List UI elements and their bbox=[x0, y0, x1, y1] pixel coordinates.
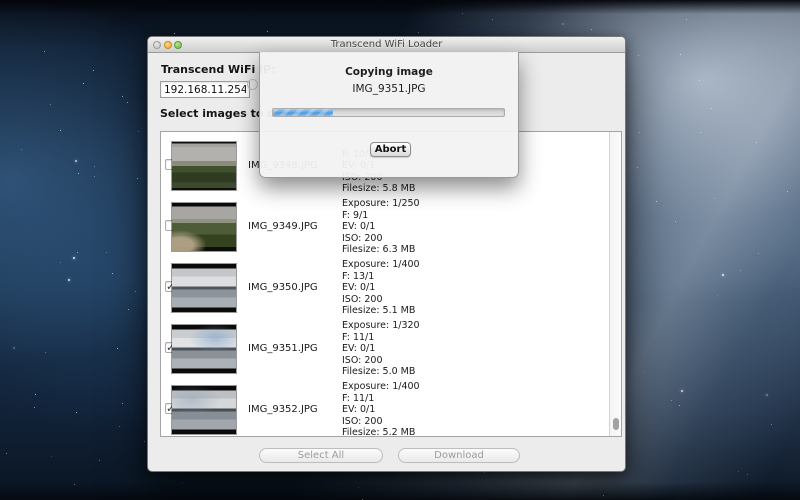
abort-button[interactable]: Abort bbox=[370, 142, 411, 157]
image-exif: Exposure: 1/250F: 9/1EV: 0/1ISO: 200File… bbox=[342, 198, 420, 256]
scrollbar-track[interactable] bbox=[609, 132, 621, 436]
image-thumbnail bbox=[172, 264, 236, 312]
progress-fill bbox=[273, 109, 333, 116]
image-filename: IMG_9351.JPG bbox=[248, 343, 318, 354]
window-title: Transcend WiFi Loader bbox=[148, 38, 625, 52]
download-button[interactable]: Download bbox=[398, 448, 520, 463]
image-exif: Exposure: 1/400F: 13/1EV: 0/1ISO: 200Fil… bbox=[342, 259, 420, 317]
image-row[interactable]: ✓IMG_9352.JPGExposure: 1/400F: 11/1EV: 0… bbox=[161, 379, 609, 437]
scrollbar-thumb[interactable] bbox=[613, 418, 619, 430]
sheet-filename: IMG_9351.JPG bbox=[260, 83, 518, 95]
window-titlebar[interactable]: Transcend WiFi Loader bbox=[148, 37, 625, 53]
app-window: Transcend WiFi Loader Transcend WiFi IP:… bbox=[147, 36, 626, 472]
select-all-button[interactable]: Select All bbox=[259, 448, 383, 463]
image-thumbnail bbox=[172, 325, 236, 373]
sheet-title: Copying image bbox=[260, 66, 518, 78]
ip-input[interactable] bbox=[160, 81, 250, 98]
image-row[interactable]: IMG_9349.JPG Exposure: 1/250F: 9/1EV: 0/1… bbox=[161, 196, 609, 257]
image-thumbnail bbox=[172, 142, 236, 190]
image-filename: IMG_9349.JPG bbox=[248, 221, 318, 232]
desktop-wallpaper: Transcend WiFi Loader Transcend WiFi IP:… bbox=[0, 0, 800, 500]
image-exif: Exposure: 1/400F: 11/1EV: 0/1ISO: 200Fil… bbox=[342, 381, 420, 437]
refresh-icon bbox=[247, 79, 258, 90]
image-row[interactable]: ✓IMG_9350.JPGExposure: 1/400F: 13/1EV: 0… bbox=[161, 257, 609, 318]
progress-bar bbox=[272, 108, 505, 117]
image-filename: IMG_9352.JPG bbox=[248, 404, 318, 415]
image-filename: IMG_9350.JPG bbox=[248, 282, 318, 293]
image-row[interactable]: ✓IMG_9351.JPGExposure: 1/320F: 11/1EV: 0… bbox=[161, 318, 609, 379]
image-exif: Exposure: 1/320F: 11/1EV: 0/1ISO: 200Fil… bbox=[342, 320, 420, 378]
image-thumbnail bbox=[172, 386, 236, 434]
copying-sheet: Copying image IMG_9351.JPG Abort bbox=[259, 52, 519, 178]
image-thumbnail bbox=[172, 203, 236, 251]
